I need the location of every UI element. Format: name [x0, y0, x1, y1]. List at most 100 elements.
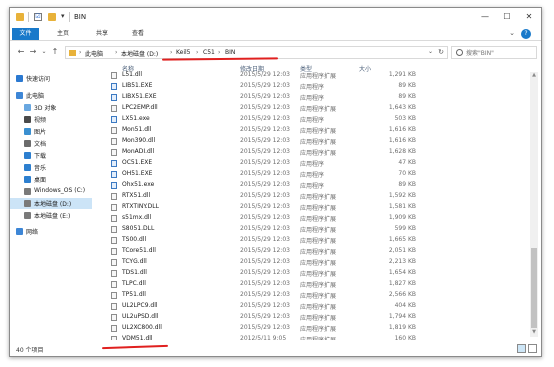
sidebar-item-label: Windows_OS (C:): [34, 187, 86, 194]
sidebar-item-network[interactable]: 网络: [10, 226, 92, 237]
file-type: 应用程序扩展: [300, 315, 337, 322]
expand-ribbon-chevron-icon[interactable]: ⌄: [509, 29, 515, 37]
sidebar-item-music[interactable]: 音乐: [10, 162, 92, 173]
file-row[interactable]: OH51.EXE 2015/5/29 12:03 应用程序 70 KB: [97, 169, 541, 180]
breadcrumb-drive-d[interactable]: 本地磁盘 (D:): [121, 49, 158, 58]
file-row[interactable]: s51mx.dll 2015/5/29 12:03 应用程序扩展 1,909 KB: [97, 213, 541, 224]
tab-view[interactable]: 查看: [126, 28, 150, 40]
back-arrow-icon[interactable]: ←: [16, 47, 26, 56]
file-row[interactable]: TS00.dll 2015/5/29 12:03 应用程序扩展 1,665 KB: [97, 235, 541, 246]
application-icon: [111, 160, 117, 167]
dll-file-icon: [111, 193, 117, 200]
tab-share[interactable]: 共享: [90, 28, 114, 40]
tab-home[interactable]: 主页: [51, 28, 75, 40]
file-row[interactable]: TP51.dll 2015/5/29 12:03 应用程序扩展 2,566 KB: [97, 290, 541, 301]
file-row[interactable]: LX51.exe 2015/5/29 12:03 应用程序 503 KB: [97, 114, 541, 125]
file-row[interactable]: LIBX51.EXE 2015/5/29 12:03 应用程序 89 KB: [97, 92, 541, 103]
file-row[interactable]: Mon51.dll 2015/5/29 12:03 应用程序扩展 1,616 KB: [97, 125, 541, 136]
address-history-chevron-icon[interactable]: ⌄: [428, 48, 433, 55]
file-date: 2015/5/29 12:03: [240, 181, 290, 188]
sidebar-item-drive-e[interactable]: 本地磁盘 (E:): [10, 210, 92, 221]
scroll-up-arrow-icon[interactable]: ▲: [530, 72, 538, 80]
sidebar-item-drive-c[interactable]: Windows_OS (C:): [10, 186, 92, 197]
sidebar-item-label: 视频: [34, 117, 47, 124]
file-type: 应用程序: [300, 172, 325, 179]
customize-quick-access-dropdown[interactable]: ▾: [61, 12, 65, 20]
music-icon: [24, 164, 31, 171]
minimize-button[interactable]: —: [476, 10, 494, 24]
search-input[interactable]: [466, 48, 534, 58]
document-icon: [24, 140, 31, 147]
file-row[interactable]: Ohx51.exe 2015/5/29 12:03 应用程序 89 KB: [97, 180, 541, 191]
file-size: 2,566 KB: [388, 291, 416, 298]
file-row[interactable]: UL2XC800.dll 2015/5/29 12:03 应用程序扩展 1,819 K…: [97, 323, 541, 334]
file-row[interactable]: LPC2EMP.dll 2015/5/29 12:03 应用程序扩展 1,643 KB: [97, 103, 541, 114]
large-icons-view-icon[interactable]: [528, 344, 537, 353]
file-name: LPC2EMP.dll: [122, 104, 158, 111]
dll-file-icon: [111, 138, 117, 145]
up-arrow-icon[interactable]: ↑: [50, 47, 60, 56]
file-size: 1,794 KB: [388, 313, 416, 320]
sidebar-item-pictures[interactable]: 图片: [10, 126, 92, 137]
details-view-icon[interactable]: [517, 344, 526, 353]
file-row[interactable]: Mon390.dll 2015/5/29 12:03 应用程序扩展 1,616 KB: [97, 136, 541, 147]
breadcrumb-separator: ›: [218, 49, 221, 56]
dll-file-icon: [111, 314, 117, 321]
file-row[interactable]: S8051.DLL 2015/5/29 12:03 应用程序扩展 599 KB: [97, 224, 541, 235]
file-name: VDM51.dll: [122, 335, 153, 340]
file-row[interactable]: TCYG.dll 2015/5/29 12:03 应用程序扩展 2,213 KB: [97, 257, 541, 268]
maximize-button[interactable]: ☐: [498, 10, 516, 24]
help-icon[interactable]: ?: [521, 29, 531, 39]
sidebar-item-drive-d[interactable]: 本地磁盘 (D:): [10, 198, 92, 209]
breadcrumb-keil5[interactable]: Keil5: [176, 49, 190, 56]
file-row[interactable]: OC51.EXE 2015/5/29 12:03 应用程序 47 KB: [97, 158, 541, 169]
file-name: Mon390.dll: [122, 137, 156, 144]
file-row[interactable]: RTX51.dll 2015/5/29 12:03 应用程序扩展 1,592 KB: [97, 191, 541, 202]
sidebar-item-this-pc[interactable]: 此电脑: [10, 90, 92, 101]
new-folder-icon[interactable]: [48, 13, 56, 21]
dll-file-icon: [111, 72, 117, 79]
breadcrumb-bin[interactable]: BIN: [225, 49, 235, 56]
dll-file-icon: [111, 237, 117, 244]
file-row[interactable]: UL2uPSD.dll 2015/5/29 12:03 应用程序扩展 1,794 KB: [97, 312, 541, 323]
file-row[interactable]: LIB51.EXE 2015/5/29 12:03 应用程序 89 KB: [97, 81, 541, 92]
file-date: 2015/5/29 12:03: [240, 214, 290, 221]
file-row[interactable]: VDM51.dll 2012/5/11 9:05 应用程序扩展 160 KB: [97, 334, 541, 340]
application-icon: [111, 182, 117, 189]
sidebar-item-videos[interactable]: 视频: [10, 114, 92, 125]
dll-file-icon: [111, 149, 117, 156]
file-row[interactable]: TDS1.dll 2015/5/29 12:03 应用程序扩展 1,654 KB: [97, 268, 541, 279]
close-button[interactable]: ✕: [520, 10, 538, 24]
forward-arrow-icon[interactable]: →: [28, 47, 38, 56]
properties-check-icon[interactable]: ☑: [34, 13, 42, 21]
sidebar-item-downloads[interactable]: 下载: [10, 150, 92, 161]
sidebar-item-label: 本地磁盘 (D:): [34, 201, 72, 208]
sidebar-item-3d-objects[interactable]: 3D 对象: [10, 102, 92, 113]
cube-icon: [24, 104, 31, 111]
refresh-icon[interactable]: ↻: [438, 48, 444, 56]
sidebar-item-documents[interactable]: 文档: [10, 138, 92, 149]
breadcrumb-c51[interactable]: C51: [203, 49, 215, 56]
search-box[interactable]: [451, 46, 537, 59]
file-name: OH51.EXE: [122, 170, 153, 177]
sidebar-item-label: 此电脑: [26, 93, 45, 100]
vertical-scrollbar[interactable]: ▲ ▼: [530, 72, 538, 337]
file-type: 应用程序扩展: [300, 260, 337, 267]
sidebar-item-quick-access[interactable]: 快速访问: [10, 73, 92, 84]
breadcrumb-this-pc[interactable]: 此电脑: [85, 49, 103, 58]
file-row[interactable]: UL2LPC9.dll 2015/5/29 12:03 应用程序扩展 404 KB: [97, 301, 541, 312]
folder-icon[interactable]: [16, 13, 24, 21]
file-row[interactable]: RTXTINY.DLL 2015/5/29 12:03 应用程序扩展 1,581 KB: [97, 202, 541, 213]
file-row[interactable]: TCore51.dll 2015/5/29 12:03 应用程序扩展 2,051 KB: [97, 246, 541, 257]
dll-file-icon: [111, 204, 117, 211]
file-size: 1,592 KB: [388, 192, 416, 199]
scrollbar-thumb[interactable]: [531, 248, 537, 328]
sidebar-item-desktop[interactable]: 桌面: [10, 174, 92, 185]
file-row[interactable]: TLPC.dll 2015/5/29 12:03 应用程序扩展 1,827 KB: [97, 279, 541, 290]
file-row[interactable]: MonADI.dll 2015/5/29 12:03 应用程序扩展 1,628 KB: [97, 147, 541, 158]
recent-locations-chevron-icon[interactable]: ⌄: [39, 48, 49, 55]
item-count: 40 个项目: [16, 347, 44, 354]
scroll-down-arrow-icon[interactable]: ▼: [530, 329, 538, 337]
file-row[interactable]: L51.dll 2015/5/29 12:03 应用程序扩展 1,291 KB: [97, 70, 541, 81]
tab-file[interactable]: 文件: [12, 28, 39, 40]
